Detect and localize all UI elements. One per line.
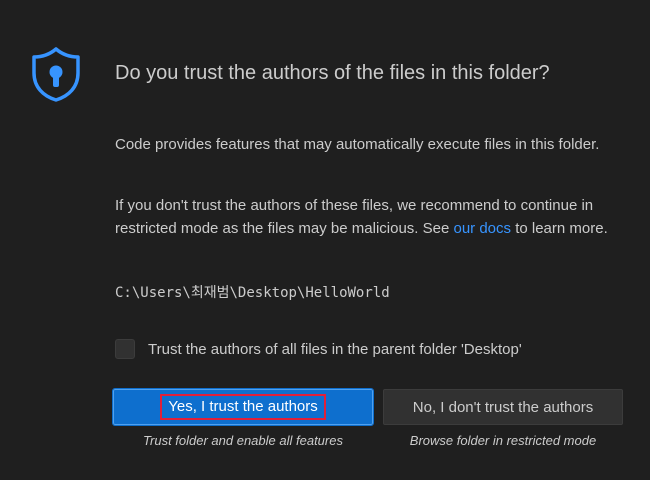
trust-authors-button[interactable]: Yes, I trust the authors	[112, 388, 374, 426]
trust-parent-checkbox-row[interactable]: Trust the authors of all files in the pa…	[115, 338, 522, 360]
dialog-title: Do you trust the authors of the files in…	[115, 62, 550, 84]
trust-parent-checkbox[interactable]	[115, 339, 135, 359]
folder-path: C:\Users\최재범\Desktop\HelloWorld	[115, 285, 390, 301]
docs-link[interactable]: our docs	[453, 220, 511, 237]
trust-authors-caption: Trust folder and enable all features	[143, 433, 343, 448]
warning-text-after: to learn more.	[511, 220, 608, 237]
workspace-trust-dialog: Do you trust the authors of the files in…	[0, 0, 650, 480]
distrust-authors-button[interactable]: No, I don't trust the authors	[383, 389, 623, 425]
dialog-warning: If you don't trust the authors of these …	[115, 194, 625, 240]
trust-authors-button-label[interactable]: Yes, I trust the authors	[160, 394, 326, 420]
shield-lock-icon	[32, 47, 80, 102]
distrust-authors-caption: Browse folder in restricted mode	[409, 433, 597, 448]
dialog-description: Code provides features that may automati…	[115, 136, 600, 153]
trust-parent-checkbox-label[interactable]: Trust the authors of all files in the pa…	[148, 341, 522, 358]
